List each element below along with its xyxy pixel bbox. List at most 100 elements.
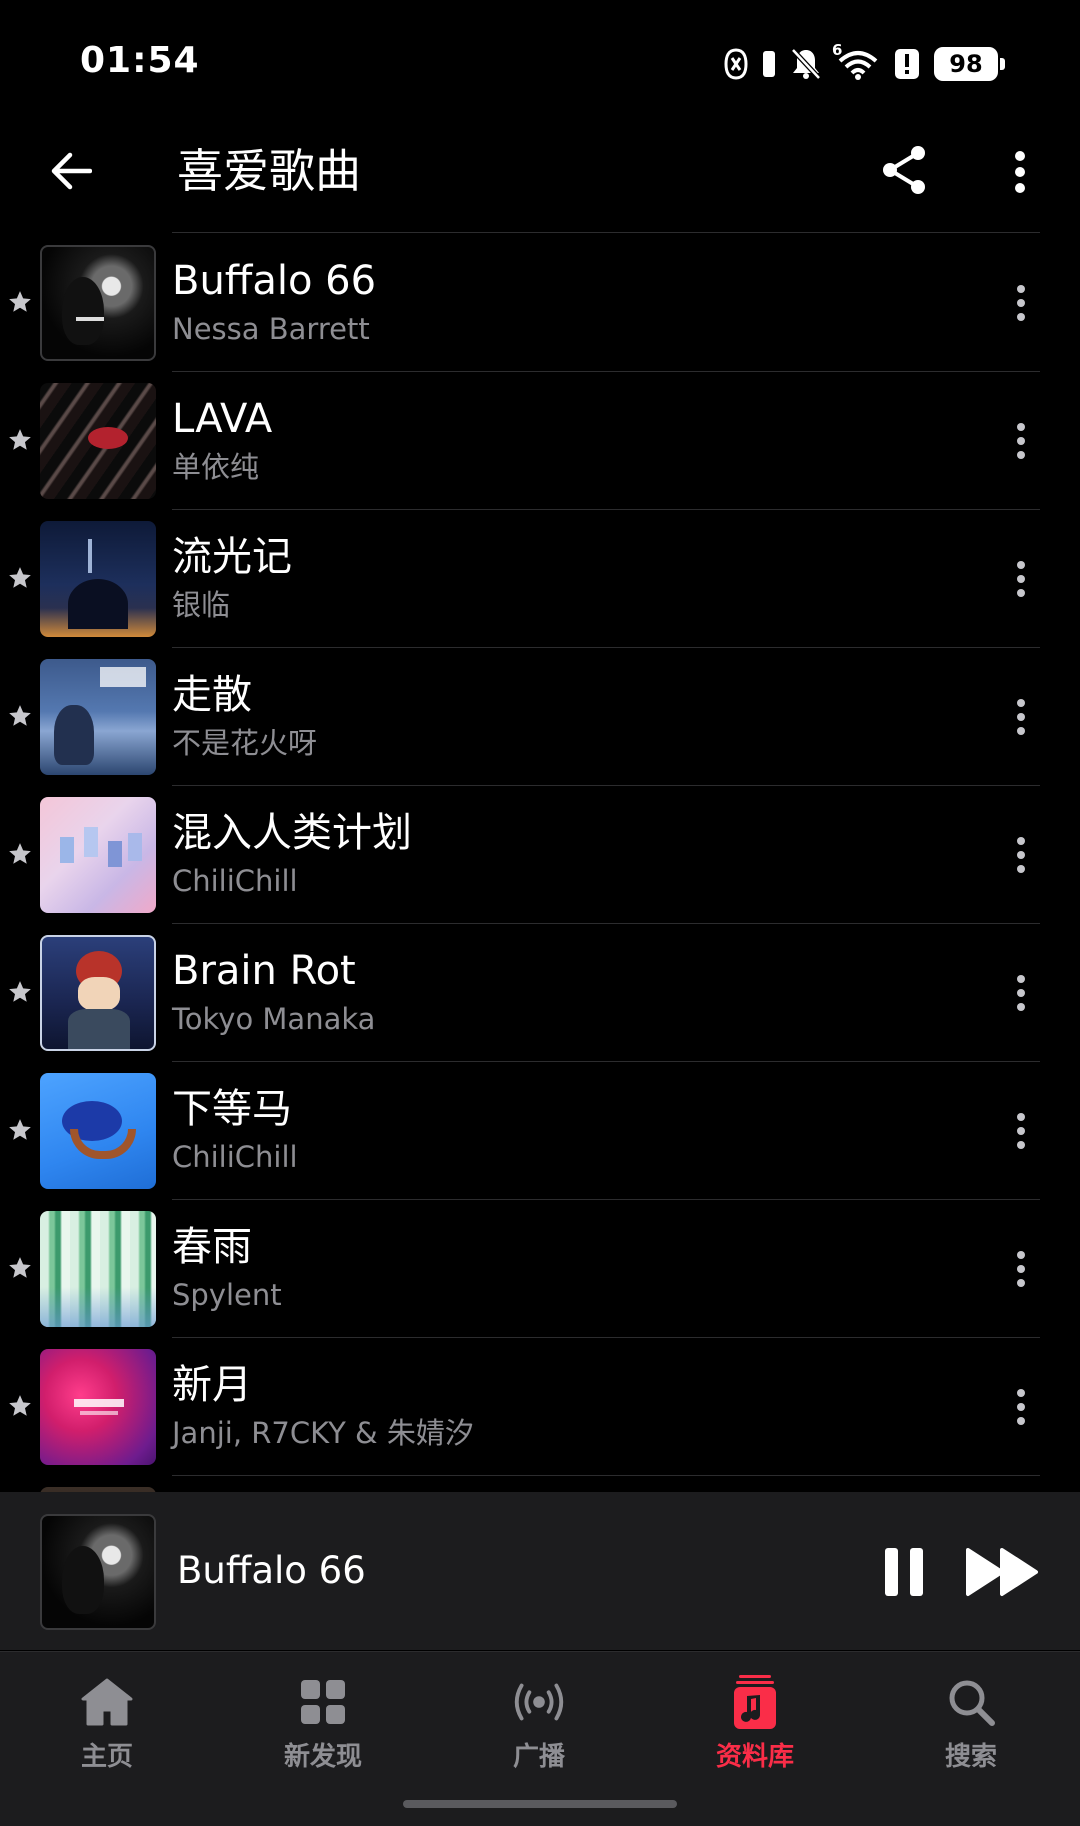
song-artist: Nessa Barrett xyxy=(172,312,370,346)
forward-icon xyxy=(966,1548,1038,1596)
tab-home[interactable]: 主页 xyxy=(22,1674,192,1784)
song-more-button[interactable] xyxy=(1006,1096,1036,1166)
song-artist: Janji, R7CKY & 朱婧汐 xyxy=(172,1416,474,1450)
song-title: Buffalo 66 xyxy=(172,258,377,304)
nfc-icon xyxy=(724,47,748,81)
album-art xyxy=(40,1073,156,1189)
album-art xyxy=(40,1211,156,1327)
more-vertical-icon xyxy=(1017,1389,1025,1425)
favorite-star-icon xyxy=(9,981,31,1002)
song-artist: ChiliChill xyxy=(172,864,298,898)
song-row[interactable]: Buffalo 66 Nessa Barrett xyxy=(0,234,1080,372)
pause-button[interactable] xyxy=(877,1544,933,1600)
favorite-star-icon xyxy=(9,1257,31,1278)
tab-label: 搜索 xyxy=(944,1742,997,1772)
tab-label: 主页 xyxy=(80,1742,133,1772)
share-icon xyxy=(883,146,925,194)
alert-icon xyxy=(894,47,920,81)
next-track-button[interactable] xyxy=(964,1544,1040,1600)
share-button[interactable] xyxy=(872,132,936,208)
favorite-star-icon xyxy=(9,705,31,726)
sim-icon xyxy=(762,49,776,79)
song-title: 新月 xyxy=(172,1362,252,1408)
song-row[interactable]: Brain Rot Tokyo Manaka xyxy=(0,924,1080,1062)
song-row[interactable]: 走散 不是花火呀 xyxy=(0,648,1080,786)
more-vertical-icon xyxy=(1017,1251,1025,1287)
radio-icon xyxy=(509,1674,569,1730)
song-row[interactable]: 流光记 银临 xyxy=(0,510,1080,648)
grid-icon xyxy=(293,1674,353,1730)
bell-muted-icon xyxy=(790,47,822,81)
tab-label: 资料库 xyxy=(715,1742,794,1772)
song-row[interactable]: 下等马 ChiliChill xyxy=(0,1062,1080,1200)
home-indicator[interactable] xyxy=(403,1800,677,1808)
song-title: 春雨 xyxy=(172,1224,252,1270)
album-art xyxy=(40,659,156,775)
song-more-button[interactable] xyxy=(1006,1234,1036,1304)
song-row[interactable]: 新月 Janji, R7CKY & 朱婧汐 xyxy=(0,1338,1080,1476)
library-music-icon xyxy=(725,1674,785,1730)
song-artist: 单依纯 xyxy=(172,450,260,484)
song-more-button[interactable] xyxy=(1006,820,1036,890)
song-more-button[interactable] xyxy=(1006,544,1036,614)
header: 喜爱歌曲 xyxy=(0,120,1080,230)
list-divider xyxy=(172,232,1040,233)
song-more-button[interactable] xyxy=(1006,958,1036,1028)
more-vertical-icon xyxy=(1017,285,1025,321)
album-art xyxy=(40,383,156,499)
tab-search[interactable]: 搜索 xyxy=(886,1674,1056,1784)
more-vertical-icon xyxy=(1017,561,1025,597)
song-title: 流光记 xyxy=(172,534,292,580)
song-row[interactable]: LAVA 单依纯 xyxy=(0,372,1080,510)
more-vertical-icon xyxy=(1017,975,1025,1011)
tab-browse[interactable]: 新发现 xyxy=(238,1674,408,1784)
home-icon xyxy=(77,1674,137,1730)
more-vertical-icon xyxy=(1017,837,1025,873)
page-title: 喜爱歌曲 xyxy=(177,144,361,198)
tab-label: 新发现 xyxy=(283,1742,362,1772)
song-row[interactable] xyxy=(0,1476,1080,1492)
favorite-star-icon xyxy=(9,567,31,588)
arrow-left-icon xyxy=(51,152,92,190)
song-title: 下等马 xyxy=(172,1086,292,1132)
more-vertical-icon xyxy=(1017,1113,1025,1149)
now-playing-title: Buffalo 66 xyxy=(177,1549,366,1592)
tab-radio[interactable]: 广播 xyxy=(454,1674,624,1784)
song-title: 混入人类计划 xyxy=(172,810,412,856)
tab-library[interactable]: 资料库 xyxy=(670,1674,840,1784)
pause-icon xyxy=(885,1548,923,1596)
song-more-button[interactable] xyxy=(1006,406,1036,476)
mini-player[interactable]: Buffalo 66 xyxy=(0,1492,1080,1650)
back-button[interactable] xyxy=(40,138,100,204)
song-title: Brain Rot xyxy=(172,948,356,994)
song-more-button[interactable] xyxy=(1006,682,1036,752)
tab-label: 广播 xyxy=(512,1742,565,1772)
song-more-button[interactable] xyxy=(1006,1372,1036,1442)
more-vertical-icon xyxy=(1017,699,1025,735)
album-art xyxy=(40,935,156,1051)
album-art xyxy=(40,1349,156,1465)
song-more-button[interactable] xyxy=(1006,268,1036,338)
song-artist: Spylent xyxy=(172,1278,282,1312)
wifi-icon: 6 xyxy=(832,41,880,81)
song-row[interactable]: 混入人类计划 ChiliChill xyxy=(0,786,1080,924)
status-icons: 6 98 xyxy=(724,41,1005,84)
album-art xyxy=(40,245,156,361)
song-artist: 不是花火呀 xyxy=(172,726,318,760)
album-art xyxy=(40,797,156,913)
album-art xyxy=(40,521,156,637)
favorite-star-icon xyxy=(9,843,31,864)
song-row[interactable]: 春雨 Spylent xyxy=(0,1200,1080,1338)
more-options-button[interactable] xyxy=(1000,134,1040,210)
status-bar: 01:54 6 98 xyxy=(0,0,1080,120)
song-list[interactable]: Buffalo 66 Nessa Barrett LAVA 单依纯 流光记 银临 xyxy=(0,232,1080,1492)
song-artist: 银临 xyxy=(172,588,231,622)
battery-indicator: 98 xyxy=(934,47,1005,81)
song-artist: Tokyo Manaka xyxy=(172,1002,376,1036)
more-vertical-icon xyxy=(1015,151,1025,193)
song-artist: ChiliChill xyxy=(172,1140,298,1174)
song-title: 走散 xyxy=(172,672,252,718)
now-playing-art xyxy=(40,1514,156,1630)
favorite-star-icon xyxy=(9,1119,31,1140)
song-title: LAVA xyxy=(172,396,273,442)
